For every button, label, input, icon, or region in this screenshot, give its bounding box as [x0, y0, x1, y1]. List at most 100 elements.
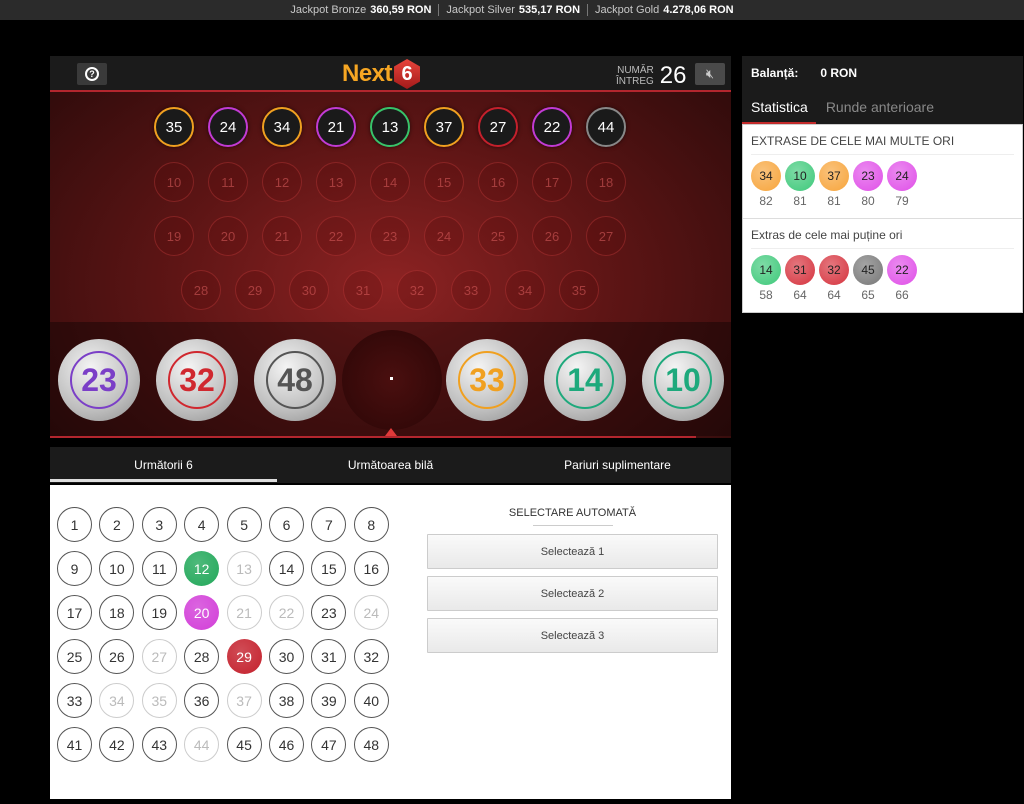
number-button[interactable]: 25	[57, 639, 92, 674]
number-button[interactable]: 4	[184, 507, 220, 542]
stat-count: 64	[793, 288, 807, 302]
empty-slot: 30	[289, 270, 329, 310]
number-button[interactable]: 18	[99, 595, 135, 630]
question-icon: ?	[85, 67, 99, 81]
number-button[interactable]: 1	[57, 507, 92, 542]
number-button[interactable]: 17	[57, 595, 92, 630]
stats-tabs: Statistica Runde anterioare	[742, 90, 1023, 124]
least-drawn-title: Extras de cele mai puține ori	[751, 228, 1014, 249]
stats-panel: EXTRASE DE CELE MAI MULTE ORI 34 82 10 81 37…	[742, 124, 1023, 313]
tray-ball-number: 23	[70, 351, 128, 409]
empty-slot: 19	[154, 216, 194, 256]
number-button[interactable]: 27	[141, 639, 177, 674]
number-button[interactable]: 32	[353, 639, 389, 674]
jackpot-gold: Jackpot Gold 4.278,06 RON	[587, 4, 741, 16]
draw-hole	[342, 330, 442, 430]
number-button[interactable]: 22	[269, 595, 304, 630]
number-button[interactable]: 31	[311, 639, 347, 674]
stat-item: 37 81	[819, 161, 849, 208]
tab-previous-rounds[interactable]: Runde anterioare	[826, 90, 934, 124]
stat-count: 66	[895, 288, 909, 302]
stat-count: 81	[793, 194, 807, 208]
number-button[interactable]: 15	[311, 551, 347, 586]
stat-ball: 31	[785, 255, 815, 285]
balance-value: 0 RON	[820, 66, 858, 80]
number-button[interactable]: 3	[141, 507, 177, 542]
number-button[interactable]: 47	[311, 727, 347, 762]
tab-next-ball[interactable]: Următoarea bilă	[277, 447, 504, 483]
number-button[interactable]: 30	[269, 639, 304, 674]
number-button[interactable]: 33	[57, 683, 92, 718]
stat-count: 79	[895, 194, 909, 208]
jackpot-bar: Jackpot Bronze 360,59 RON Jackpot Silver 5…	[0, 0, 1024, 20]
select-3-button[interactable]: Selectează 3	[427, 618, 718, 653]
number-button[interactable]: 39	[311, 683, 347, 718]
empty-slot: 14	[370, 162, 410, 202]
select-1-button[interactable]: Selectează 1	[427, 534, 718, 569]
number-button[interactable]: 5	[226, 507, 262, 542]
number-button[interactable]: 11	[141, 551, 177, 586]
number-button[interactable]: 6	[269, 507, 304, 542]
number-button[interactable]: 45	[226, 727, 262, 762]
tab-next-6[interactable]: Următorii 6	[50, 447, 277, 483]
number-button[interactable]: 24	[353, 595, 389, 630]
number-button[interactable]: 35	[141, 683, 177, 718]
tab-statistics[interactable]: Statistica	[742, 90, 816, 124]
empty-slot: 26	[532, 216, 572, 256]
stat-ball: 34	[751, 161, 781, 191]
auto-select-title: SELECTARE AUTOMATĂ	[508, 507, 637, 519]
tray-rail	[50, 436, 696, 438]
number-button[interactable]: 28	[184, 639, 220, 674]
number-button[interactable]: 43	[141, 727, 177, 762]
stat-ball: 14	[751, 255, 781, 285]
select-2-button[interactable]: Selectează 2	[427, 576, 718, 611]
number-button[interactable]: 34	[99, 683, 135, 718]
most-drawn-section: EXTRASE DE CELE MAI MULTE ORI 34 82 10 81 37…	[743, 125, 1022, 218]
number-button[interactable]: 19	[141, 595, 177, 630]
number-button[interactable]: 7	[311, 507, 347, 542]
tray-ball: 14	[544, 339, 626, 421]
number-button[interactable]: 10	[99, 551, 135, 586]
tab-extra-bets[interactable]: Pariuri suplimentare	[504, 447, 731, 483]
number-button[interactable]: 23	[311, 595, 347, 630]
number-button[interactable]: 9	[57, 551, 92, 586]
help-button[interactable]: ?	[77, 63, 107, 85]
number-button[interactable]: 48	[353, 727, 389, 762]
number-button[interactable]: 37	[226, 683, 262, 718]
number-button[interactable]: 20	[184, 595, 220, 630]
jackpot-label: Jackpot Gold	[595, 4, 660, 16]
stat-item: 22 66	[887, 255, 917, 302]
number-button[interactable]: 21	[226, 595, 262, 630]
empty-slot: 23	[370, 216, 410, 256]
tray-ball: 32	[156, 339, 238, 421]
stat-item: 32 64	[819, 255, 849, 302]
number-button[interactable]: 8	[353, 507, 389, 542]
number-button[interactable]: 46	[269, 727, 304, 762]
number-button[interactable]: 42	[99, 727, 135, 762]
number-button[interactable]: 41	[57, 727, 92, 762]
empty-slot: 13	[316, 162, 356, 202]
number-button[interactable]: 13	[226, 551, 262, 586]
number-button[interactable]: 44	[184, 727, 220, 762]
mute-button[interactable]: 🔇︎	[695, 63, 725, 85]
number-button[interactable]: 14	[269, 551, 304, 586]
number-button[interactable]: 12	[184, 551, 220, 586]
round-counter: Număr întreg 26	[616, 62, 686, 90]
number-button[interactable]: 36	[184, 683, 220, 718]
number-button[interactable]: 2	[99, 507, 135, 542]
stat-count: 65	[861, 288, 875, 302]
stat-count: 81	[827, 194, 841, 208]
number-button[interactable]: 29	[226, 639, 262, 674]
pointer-arrow-icon	[385, 428, 397, 436]
stat-count: 58	[759, 288, 773, 302]
game-stage: ? Next 6 Număr întreg 26 🔇︎ 35 24 34 21 13 37 2…	[50, 56, 731, 438]
drawn-ball: 24	[208, 107, 248, 147]
number-button[interactable]: 38	[269, 683, 304, 718]
jackpot-label: Jackpot Bronze	[290, 4, 367, 16]
empty-slot: 29	[235, 270, 275, 310]
number-button[interactable]: 26	[99, 639, 135, 674]
number-button[interactable]: 40	[353, 683, 389, 718]
stat-ball: 24	[887, 161, 917, 191]
game-logo: Next 6	[342, 59, 421, 89]
number-button[interactable]: 16	[353, 551, 389, 586]
